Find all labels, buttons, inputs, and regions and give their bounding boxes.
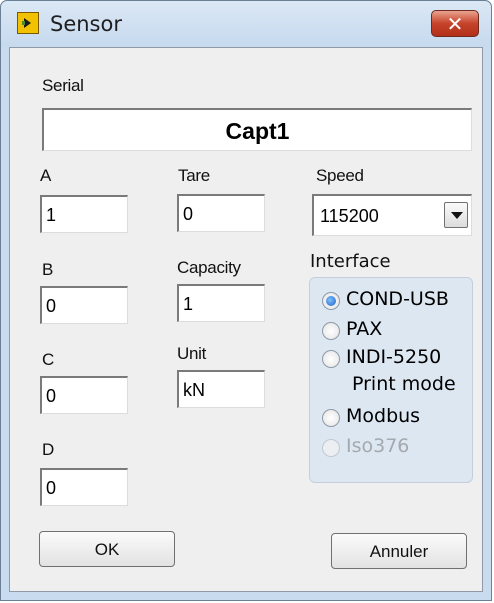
capacity-label: Capacity — [177, 258, 241, 277]
title-bar[interactable]: Sensor ✕ — [1, 1, 491, 47]
b-field[interactable]: 0 — [40, 286, 128, 324]
chevron-down-icon — [451, 212, 463, 219]
b-label: B — [42, 260, 54, 279]
c-field[interactable]: 0 — [40, 376, 128, 414]
radio-iso376 — [322, 439, 340, 457]
d-label: D — [42, 440, 54, 459]
speed-dropdown-button[interactable] — [444, 202, 468, 228]
radio-cond-usb[interactable] — [322, 292, 340, 310]
radio-iso376-label: Iso376 — [346, 435, 410, 457]
radio-indi-5250-label-line2[interactable]: Print mode — [352, 373, 456, 395]
cancel-button[interactable]: Annuler — [331, 533, 467, 569]
sensor-dialog: Sensor ✕ Serial Capt1 A 1 B 0 C 0 D 0 Ta… — [0, 0, 492, 601]
tare-label: Tare — [178, 166, 210, 185]
radio-pax-label[interactable]: PAX — [346, 318, 382, 340]
close-icon: ✕ — [446, 12, 464, 36]
close-button[interactable]: ✕ — [431, 10, 479, 37]
c-label: C — [42, 350, 54, 369]
window-title: Sensor — [50, 12, 122, 36]
speed-select[interactable]: 115200 — [312, 194, 472, 236]
labview-app-icon — [17, 12, 39, 34]
a-label: A — [40, 166, 52, 185]
unit-field[interactable]: kN — [177, 370, 265, 408]
a-field[interactable]: 1 — [40, 195, 128, 233]
interface-radio-group: COND-USB PAX INDI-5250 Print mode Modbus… — [309, 277, 473, 483]
radio-pax[interactable] — [322, 322, 340, 340]
dialog-body: Serial Capt1 A 1 B 0 C 0 D 0 Tare 0 Capa… — [9, 47, 483, 592]
d-field[interactable]: 0 — [40, 468, 128, 506]
ok-button[interactable]: OK — [39, 531, 175, 567]
radio-indi-5250[interactable] — [322, 350, 340, 368]
serial-label: Serial — [42, 76, 84, 95]
unit-label: Unit — [177, 344, 207, 363]
radio-cond-usb-label[interactable]: COND-USB — [346, 288, 449, 310]
tare-field[interactable]: 0 — [177, 194, 265, 232]
speed-label: Speed — [316, 166, 364, 185]
interface-label: Interface — [310, 251, 391, 272]
radio-modbus-label[interactable]: Modbus — [346, 405, 420, 427]
radio-modbus[interactable] — [322, 409, 340, 427]
speed-value: 115200 — [320, 206, 379, 226]
capacity-field[interactable]: 1 — [177, 284, 265, 322]
radio-indi-5250-label[interactable]: INDI-5250 — [346, 346, 441, 368]
serial-field[interactable]: Capt1 — [42, 108, 472, 151]
